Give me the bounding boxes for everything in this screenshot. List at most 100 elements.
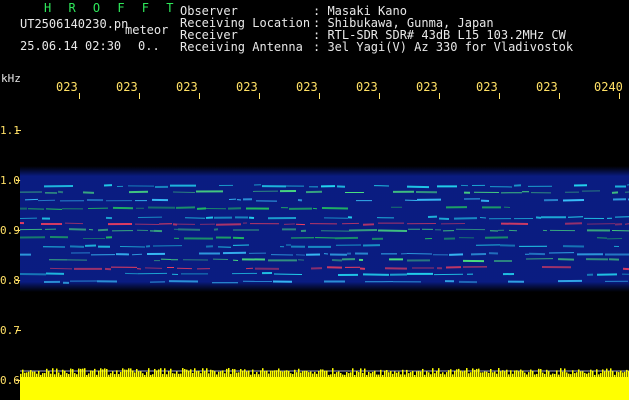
signal-level-spike [588,372,590,377]
signal-level-spike [328,374,330,377]
signal-level-spike [452,374,454,377]
signal-level-spike [476,368,478,377]
signal-level-spike [148,368,150,377]
signal-level-spike [124,369,126,377]
x-tick-label: 0240 [594,80,623,94]
signal-level-spike [186,369,188,377]
signal-level-spike [172,373,174,377]
signal-level-spike [48,371,50,377]
signal-level-spike [344,374,346,377]
signal-level-spikes [20,368,629,377]
signal-level-spike [352,368,354,377]
signal-level-spike [462,371,464,377]
signal-level-spike [516,370,518,377]
signal-level-spike [372,371,374,377]
signal-level-spike [252,369,254,377]
signal-level-spike [580,371,582,377]
signal-level-spike [188,370,190,377]
signal-level-spike [110,373,112,377]
signal-level-spike [336,372,338,377]
signal-level-spike [362,372,364,377]
signal-level-spike [104,368,106,377]
signal-level-spike [416,371,418,377]
signal-level-spike [496,373,498,377]
signal-level-spike [318,370,320,377]
signal-level-spike [596,369,598,377]
signal-level-spike [384,370,386,377]
signal-level-spike [76,374,78,377]
signal-level-spike [314,371,316,377]
signal-level-spike [590,369,592,377]
signal-level-spike [200,373,202,377]
signal-level-spike [434,373,436,377]
signal-level-spike [130,368,132,377]
signal-level-spike [282,371,284,377]
signal-level-spike [292,373,294,377]
signal-level-spike [138,371,140,377]
signal-level-spike [620,370,622,377]
signal-level-spike [190,369,192,377]
signal-level-spike [274,370,276,377]
signal-level-spike [262,368,264,377]
signal-level-spike [436,370,438,377]
signal-level-spike [320,369,322,377]
signal-level-spike [94,368,96,377]
signal-level-spike [204,370,206,377]
signal-level-spike [296,372,298,377]
signal-level-spike [366,374,368,377]
signal-level-spike [88,373,90,377]
signal-level-spike [30,370,32,377]
signal-level-spike [176,371,178,377]
signal-level-spike [284,370,286,377]
x-tick-label: 023 [536,80,558,94]
signal-level-spike [626,369,628,377]
signal-level-spike [22,369,24,377]
signal-level-spike [378,374,380,377]
signal-level-spike [470,372,472,377]
signal-level-spike [62,369,64,377]
signal-level-spike [170,368,172,377]
signal-level-spike [530,369,532,377]
signal-level-spike [28,371,30,377]
signal-level-spike [58,372,60,377]
signal-level-spike [442,372,444,377]
signal-level-spike [42,373,44,377]
signal-level-spike [564,368,566,377]
signal-level-spike [182,368,184,377]
signal-level-spike [554,373,556,377]
signal-level-spike [518,371,520,377]
signal-level-spike [226,368,228,377]
signal-level-spike [224,373,226,377]
x-tick-label: 023 [236,80,258,94]
signal-level-spike [294,369,296,377]
signal-level-spike [524,372,526,377]
signal-level-spike [482,372,484,377]
signal-level-spike [54,374,56,377]
signal-level-spike [228,368,230,377]
signal-level-spike [268,373,270,377]
signal-level-spike [178,373,180,377]
signal-level-spike [106,368,108,377]
x-tick [259,93,260,99]
signal-level-spike [404,374,406,377]
signal-level-spike [578,369,580,377]
hrofft-window: H R O F F T UT2506140230.pn meteor 25.06… [0,0,629,400]
signal-level-spike [622,372,624,377]
signal-level-spike [342,374,344,377]
signal-level-spike [84,368,86,377]
signal-level-spike [242,370,244,377]
signal-level-spike [146,371,148,377]
signal-level-spike [156,370,158,377]
signal-level-spike [612,371,614,377]
signal-level-spike [568,373,570,377]
signal-level-spike [526,374,528,377]
signal-level-spike [390,370,392,377]
signal-level-spike [486,371,488,377]
signal-level-spike [484,371,486,377]
signal-level-spike [594,374,596,377]
x-tick [139,93,140,99]
signal-level-spike [514,370,516,377]
signal-level-spike [46,368,48,377]
signal-level-spike [386,370,388,377]
signal-level-spike [460,370,462,377]
